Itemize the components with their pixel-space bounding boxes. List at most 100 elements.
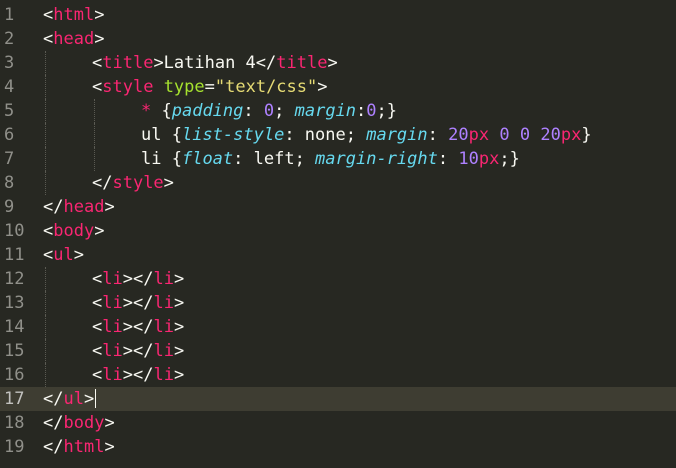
code-token-plain: ></ xyxy=(122,365,154,385)
line-number: 3 xyxy=(4,53,15,73)
code-token-tag: * xyxy=(141,101,162,121)
code-token-property: margin xyxy=(294,101,357,121)
code-line[interactable]: 18 </body> xyxy=(0,411,676,435)
line-number: 14 xyxy=(4,317,25,337)
line-number: 7 xyxy=(4,149,15,169)
code-line[interactable]: 17 </ul> xyxy=(0,387,676,411)
code-token-tag: head xyxy=(53,29,95,49)
indent-guide xyxy=(45,75,46,99)
code-line[interactable]: 1 <html> xyxy=(0,3,676,27)
code-token-tag: li xyxy=(102,293,123,313)
line-number: 17 xyxy=(4,389,25,409)
code-line[interactable]: 15 <li></li> xyxy=(0,339,676,363)
code-line[interactable]: 19 </html> xyxy=(0,435,676,459)
code-line[interactable]: 2 <head> xyxy=(0,27,676,51)
line-number: 4 xyxy=(4,77,15,97)
code-token-plain: </ xyxy=(43,413,64,433)
code-token-plain: < xyxy=(92,317,103,337)
code-token-tag: li xyxy=(153,341,174,361)
code-token-tag: px xyxy=(560,125,582,145)
code-token-plain: > xyxy=(94,221,105,241)
indent-guide xyxy=(45,291,46,315)
code-text: <title>Latihan 4</title> xyxy=(92,51,338,75)
code-text: <li></li> xyxy=(92,339,184,363)
code-token-plain: > xyxy=(173,365,185,385)
indent-guide xyxy=(94,123,95,147)
code-token-number: 0 xyxy=(263,101,275,121)
code-token-plain: : xyxy=(437,149,459,169)
code-editor[interactable]: 1 <html> 2 <head> 3 <title>Latihan 4</title> 4… xyxy=(0,3,676,459)
code-token-tag: style xyxy=(112,173,164,193)
code-text: <body> xyxy=(43,219,104,243)
code-token-plain: > xyxy=(104,437,115,457)
code-line[interactable]: 11 <ul> xyxy=(0,243,676,267)
code-line[interactable]: 9 </head> xyxy=(0,195,676,219)
code-token-tag: head xyxy=(63,197,105,217)
code-token-number: 10 xyxy=(458,149,479,169)
code-token-plain: > xyxy=(317,77,328,97)
code-token-plain: < xyxy=(92,293,103,313)
code-text: ul {list-style: none; margin: 20px 0 0 2… xyxy=(141,123,592,147)
code-token-plain: > xyxy=(163,173,174,193)
code-text: <li></li> xyxy=(92,315,184,339)
indent-guide xyxy=(45,99,46,123)
code-line[interactable]: 14 <li></li> xyxy=(0,315,676,339)
line-number: 18 xyxy=(4,413,25,433)
text-cursor xyxy=(95,389,97,408)
code-token-plain: < xyxy=(43,245,54,265)
indent-guide xyxy=(94,147,95,171)
code-line[interactable]: 12 <li></li> xyxy=(0,267,676,291)
code-text: </body> xyxy=(43,411,115,435)
indent-guide xyxy=(94,99,95,123)
code-token-plain: </ xyxy=(92,173,113,193)
code-line[interactable]: 3 <title>Latihan 4</title> xyxy=(0,51,676,75)
code-token-tag: li xyxy=(102,341,123,361)
code-token-plain: < xyxy=(92,269,103,289)
code-token-plain: ul xyxy=(141,125,172,145)
code-token-plain: : none; xyxy=(284,125,367,145)
code-text: <style type="text/css"> xyxy=(92,75,328,99)
code-token-plain: > xyxy=(94,29,105,49)
code-token-tag: ul xyxy=(53,245,74,265)
code-line[interactable]: 13 <li></li> xyxy=(0,291,676,315)
code-token-tag: title xyxy=(102,53,154,73)
code-token-plain: ;} xyxy=(376,101,398,121)
line-number: 1 xyxy=(4,5,15,25)
code-token-plain: < xyxy=(92,53,103,73)
code-line[interactable]: 10 <body> xyxy=(0,219,676,243)
code-line[interactable]: 7 li {float: left; margin-right: 10px;} xyxy=(0,147,676,171)
code-token-number: 0 xyxy=(519,125,531,145)
code-token-tag: li xyxy=(153,317,174,337)
code-line[interactable]: 6 ul {list-style: none; margin: 20px 0 0 … xyxy=(0,123,676,147)
code-token-plain: ></ xyxy=(122,269,154,289)
code-token-property: padding xyxy=(171,101,244,121)
code-text: * {padding: 0; margin:0;} xyxy=(141,99,397,123)
code-line[interactable]: 16 <li></li> xyxy=(0,363,676,387)
indent-guide xyxy=(45,51,46,75)
code-token-plain: > xyxy=(73,245,84,265)
line-number: 12 xyxy=(4,269,25,289)
code-text: <li></li> xyxy=(92,291,184,315)
code-text: </ul> xyxy=(43,387,97,411)
code-line[interactable]: 8 </style> xyxy=(0,171,676,195)
code-token-tag: li xyxy=(102,365,123,385)
code-token-number: 20 xyxy=(448,125,469,145)
code-line[interactable]: 4 <style type="text/css"> xyxy=(0,75,676,99)
code-text: </head> xyxy=(43,195,115,219)
code-token-plain: </ xyxy=(43,437,64,457)
code-text: <li></li> xyxy=(92,267,184,291)
line-number: 9 xyxy=(4,197,15,217)
code-token-plain: ; xyxy=(274,101,295,121)
indent-guide xyxy=(45,147,46,171)
code-token-tag: px xyxy=(478,149,500,169)
code-token-number: 20 xyxy=(540,125,561,145)
code-text: <li></li> xyxy=(92,363,184,387)
line-number: 16 xyxy=(4,365,25,385)
code-token-plain: : left; xyxy=(233,149,316,169)
code-line[interactable]: 5 * {padding: 0; margin:0;} xyxy=(0,99,676,123)
code-token-tag: li xyxy=(153,269,174,289)
code-token-plain: > xyxy=(104,197,115,217)
code-token-plain: >Latihan 4</ xyxy=(153,53,277,73)
